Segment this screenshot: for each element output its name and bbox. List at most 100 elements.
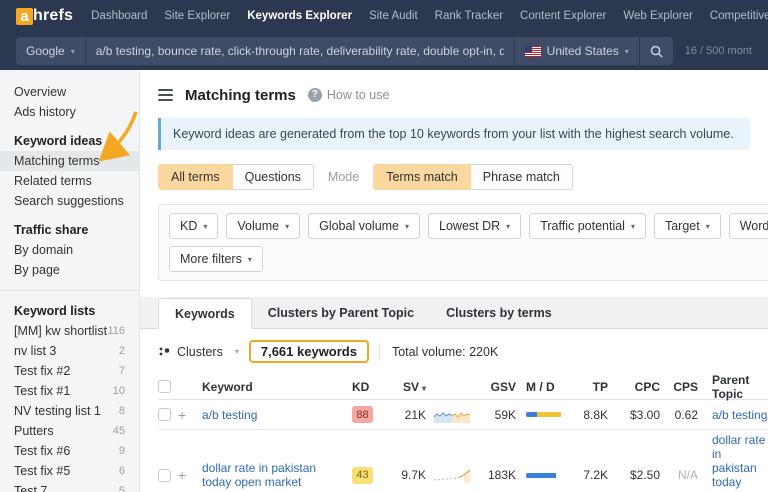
add-to-list-button[interactable]: + [178, 407, 202, 423]
list-count: 10 [113, 381, 125, 401]
tab-clusters-by-terms[interactable]: Clusters by terms [430, 297, 568, 328]
tab-all-terms[interactable]: All terms [158, 164, 233, 190]
filter-global-volume[interactable]: Global volume▾ [308, 213, 420, 239]
row-checkbox[interactable] [158, 469, 171, 482]
col-sv[interactable]: SV▾ [386, 380, 426, 394]
search-engine-label: Google [26, 44, 65, 58]
search-engine-select[interactable]: Google ▾ [16, 37, 85, 65]
sidebar-item-test-fix-5[interactable]: Test fix #56 [0, 461, 139, 481]
row-checkbox[interactable] [158, 408, 171, 421]
sidebar-item-label: By domain [14, 240, 73, 260]
col-parent-topic[interactable]: Parent Topic [698, 373, 768, 401]
clusters-label: Clusters [177, 345, 223, 359]
sidebar-item-putters[interactable]: Putters45 [0, 421, 139, 441]
nav-item-dashboard[interactable]: Dashboard [91, 10, 147, 22]
nav-item-rank-tracker[interactable]: Rank Tracker [435, 10, 503, 22]
nav-item-content-explorer[interactable]: Content Explorer [520, 10, 606, 22]
list-count: 8 [119, 401, 125, 421]
col-kd[interactable]: KD [352, 380, 386, 394]
sidebar-item-label: By page [14, 260, 60, 280]
sidebar-item-matching-terms[interactable]: Matching terms [0, 151, 139, 171]
filter-volume[interactable]: Volume▾ [226, 213, 300, 239]
sidebar-item-related-terms[interactable]: Related terms [0, 171, 139, 191]
table-row: + a/b testing 88 21K 59K 8.8K $3.00 0.62… [158, 400, 768, 430]
nav-item-site-explorer[interactable]: Site Explorer [164, 10, 230, 22]
cpc-value: $3.00 [608, 408, 660, 422]
sidebar-item-nv-testing-list-1[interactable]: NV testing list 18 [0, 401, 139, 421]
select-all-checkbox[interactable] [158, 380, 171, 393]
mode-label: Mode [328, 170, 359, 184]
sidebar-item-mm-kw-shortlist[interactable]: [MM] kw shortlist116 [0, 321, 139, 341]
sidebar-item-search-suggestions[interactable]: Search suggestions [0, 191, 139, 211]
col-tp[interactable]: TP [568, 380, 608, 394]
sidebar-item-test-fix-1[interactable]: Test fix #110 [0, 381, 139, 401]
col-cpc[interactable]: CPC [608, 380, 660, 394]
nav-item-keywords-explorer[interactable]: Keywords Explorer [247, 10, 352, 22]
tab-phrase-match[interactable]: Phrase match [471, 164, 573, 190]
quota-label: 16 / 500 mont [685, 45, 752, 57]
sidebar-item-test-fix-6[interactable]: Test fix #6 9 [0, 441, 139, 461]
gsv-value: 183K [472, 468, 516, 482]
chevron-down-icon: ▾ [203, 222, 207, 231]
parent-topic-link[interactable]: a/b testing [712, 408, 767, 422]
parent-topic-link[interactable]: dollar rate in pakistan today open marke… [712, 433, 765, 492]
list-count: 9 [119, 441, 125, 461]
search-bar-row: Google ▾ a/b testing, bounce rate, click… [0, 32, 768, 70]
info-banner: Keyword ideas are generated from the top… [158, 118, 750, 150]
chevron-down-icon: ▾ [625, 47, 629, 56]
sidebar-item-by-page[interactable]: By page [0, 260, 139, 280]
sidebar-item-test-7[interactable]: Test 75 [0, 481, 139, 492]
sidebar-item-label: Matching terms [14, 151, 99, 171]
list-count: 5 [119, 481, 125, 492]
sidebar-item-label: Keyword ideas [14, 131, 102, 151]
sidebar-section-traffic-share: Traffic share [0, 220, 139, 240]
tab-questions[interactable]: Questions [233, 164, 314, 190]
keywords-count-badge: 7,661 keywords [249, 340, 369, 363]
tab-terms-match[interactable]: Terms match [373, 164, 471, 190]
col-md[interactable]: M / D [516, 380, 568, 394]
terms-toggle-group: All terms Questions [158, 164, 314, 190]
menu-icon[interactable] [158, 89, 173, 101]
ahrefs-logo[interactable]: ahrefs [16, 7, 73, 25]
chevron-down-icon: ▾ [71, 47, 75, 56]
search-button[interactable] [640, 37, 673, 65]
tab-clusters-by-parent-topic[interactable]: Clusters by Parent Topic [252, 297, 430, 328]
ahrefs-logo-mark: a [16, 8, 33, 25]
sidebar-item-label: Test fix #6 [14, 441, 70, 461]
col-cps[interactable]: CPS [660, 380, 698, 394]
nav-item-site-audit[interactable]: Site Audit [369, 10, 418, 22]
chevron-down-icon: ▾ [506, 222, 510, 231]
sidebar-item-ads-history[interactable]: Ads history [0, 102, 139, 122]
col-gsv[interactable]: GSV [472, 380, 516, 394]
nav-item-web-explorer[interactable]: Web Explorer [623, 10, 692, 22]
sidebar-item-overview[interactable]: Overview [0, 82, 139, 102]
kd-badge: 43 [352, 467, 373, 484]
sidebar-item-label: Search suggestions [14, 191, 124, 211]
keyword-link[interactable]: a/b testing [202, 408, 257, 422]
filter-lowest-dr[interactable]: Lowest DR▾ [428, 213, 521, 239]
trend-sparkline-icon [426, 467, 472, 483]
country-select[interactable]: United States ▾ [515, 37, 639, 65]
sidebar-item-test-fix-2[interactable]: Test fix #27 [0, 361, 139, 381]
clusters-dropdown[interactable]: Clusters ▾ [158, 345, 239, 359]
sidebar-item-by-domain[interactable]: By domain [0, 240, 139, 260]
result-tabs: KeywordsClusters by Parent TopicClusters… [140, 297, 768, 329]
filter-word-count[interactable]: Word count▾ [729, 213, 768, 239]
filter-traffic-potential[interactable]: Traffic potential▾ [529, 213, 646, 239]
sv-value: 9.7K [386, 468, 426, 482]
chevron-down-icon: ▾ [706, 222, 710, 231]
sidebar-item-nv-list-3[interactable]: nv list 32 [0, 341, 139, 361]
keyword-link[interactable]: dollar rate in pakistan today open marke… [202, 461, 316, 489]
filter-kd[interactable]: KD▾ [169, 213, 218, 239]
col-keyword[interactable]: Keyword [202, 380, 352, 394]
tab-keywords[interactable]: Keywords [158, 298, 252, 329]
mobile-desktop-bar [526, 412, 562, 417]
more-filters-button[interactable]: More filters ▾ [169, 246, 263, 272]
how-to-use-link[interactable]: ? How to use [308, 88, 390, 102]
nav-item-competitive-analysis[interactable]: Competitive Analysis [710, 10, 768, 22]
sidebar-item-label: Ads history [14, 102, 76, 122]
filter-target[interactable]: Target▾ [654, 213, 721, 239]
clusters-icon [158, 345, 171, 358]
keywords-input[interactable]: a/b testing, bounce rate, click-through … [86, 37, 514, 65]
add-to-list-button[interactable]: + [178, 467, 202, 483]
